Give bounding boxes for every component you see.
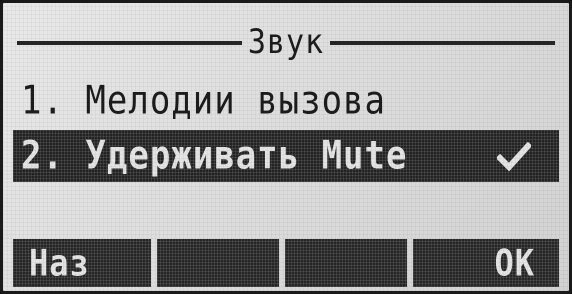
menu-item-label: 1. Мелодии вызова (21, 78, 386, 124)
checkmark-icon (497, 142, 531, 172)
phone-lcd-screen: Звук 1. Мелодии вызова 2. Удерживать Mut… (0, 0, 572, 294)
softkey-ok-label: OK (494, 241, 535, 285)
menu-item-label: 2. Удерживать Mute (21, 133, 408, 179)
softkey-back-label: Наз (29, 241, 90, 285)
softkey-ok-button[interactable]: OK (413, 239, 559, 287)
title-bar: Звук (17, 23, 555, 63)
softkey-empty-2[interactable] (285, 239, 407, 287)
screen-title: Звук (247, 22, 325, 63)
softkey-empty-1[interactable] (157, 239, 279, 287)
menu-item-hold-mute[interactable]: 2. Удерживать Mute (13, 130, 559, 182)
title-divider-left (17, 41, 242, 45)
softkey-back-button[interactable]: Наз (13, 239, 151, 287)
softkey-bar: Наз OK (13, 239, 559, 287)
menu-item-ringtones[interactable]: 1. Мелодии вызова (13, 75, 559, 127)
title-divider-right (330, 41, 555, 45)
